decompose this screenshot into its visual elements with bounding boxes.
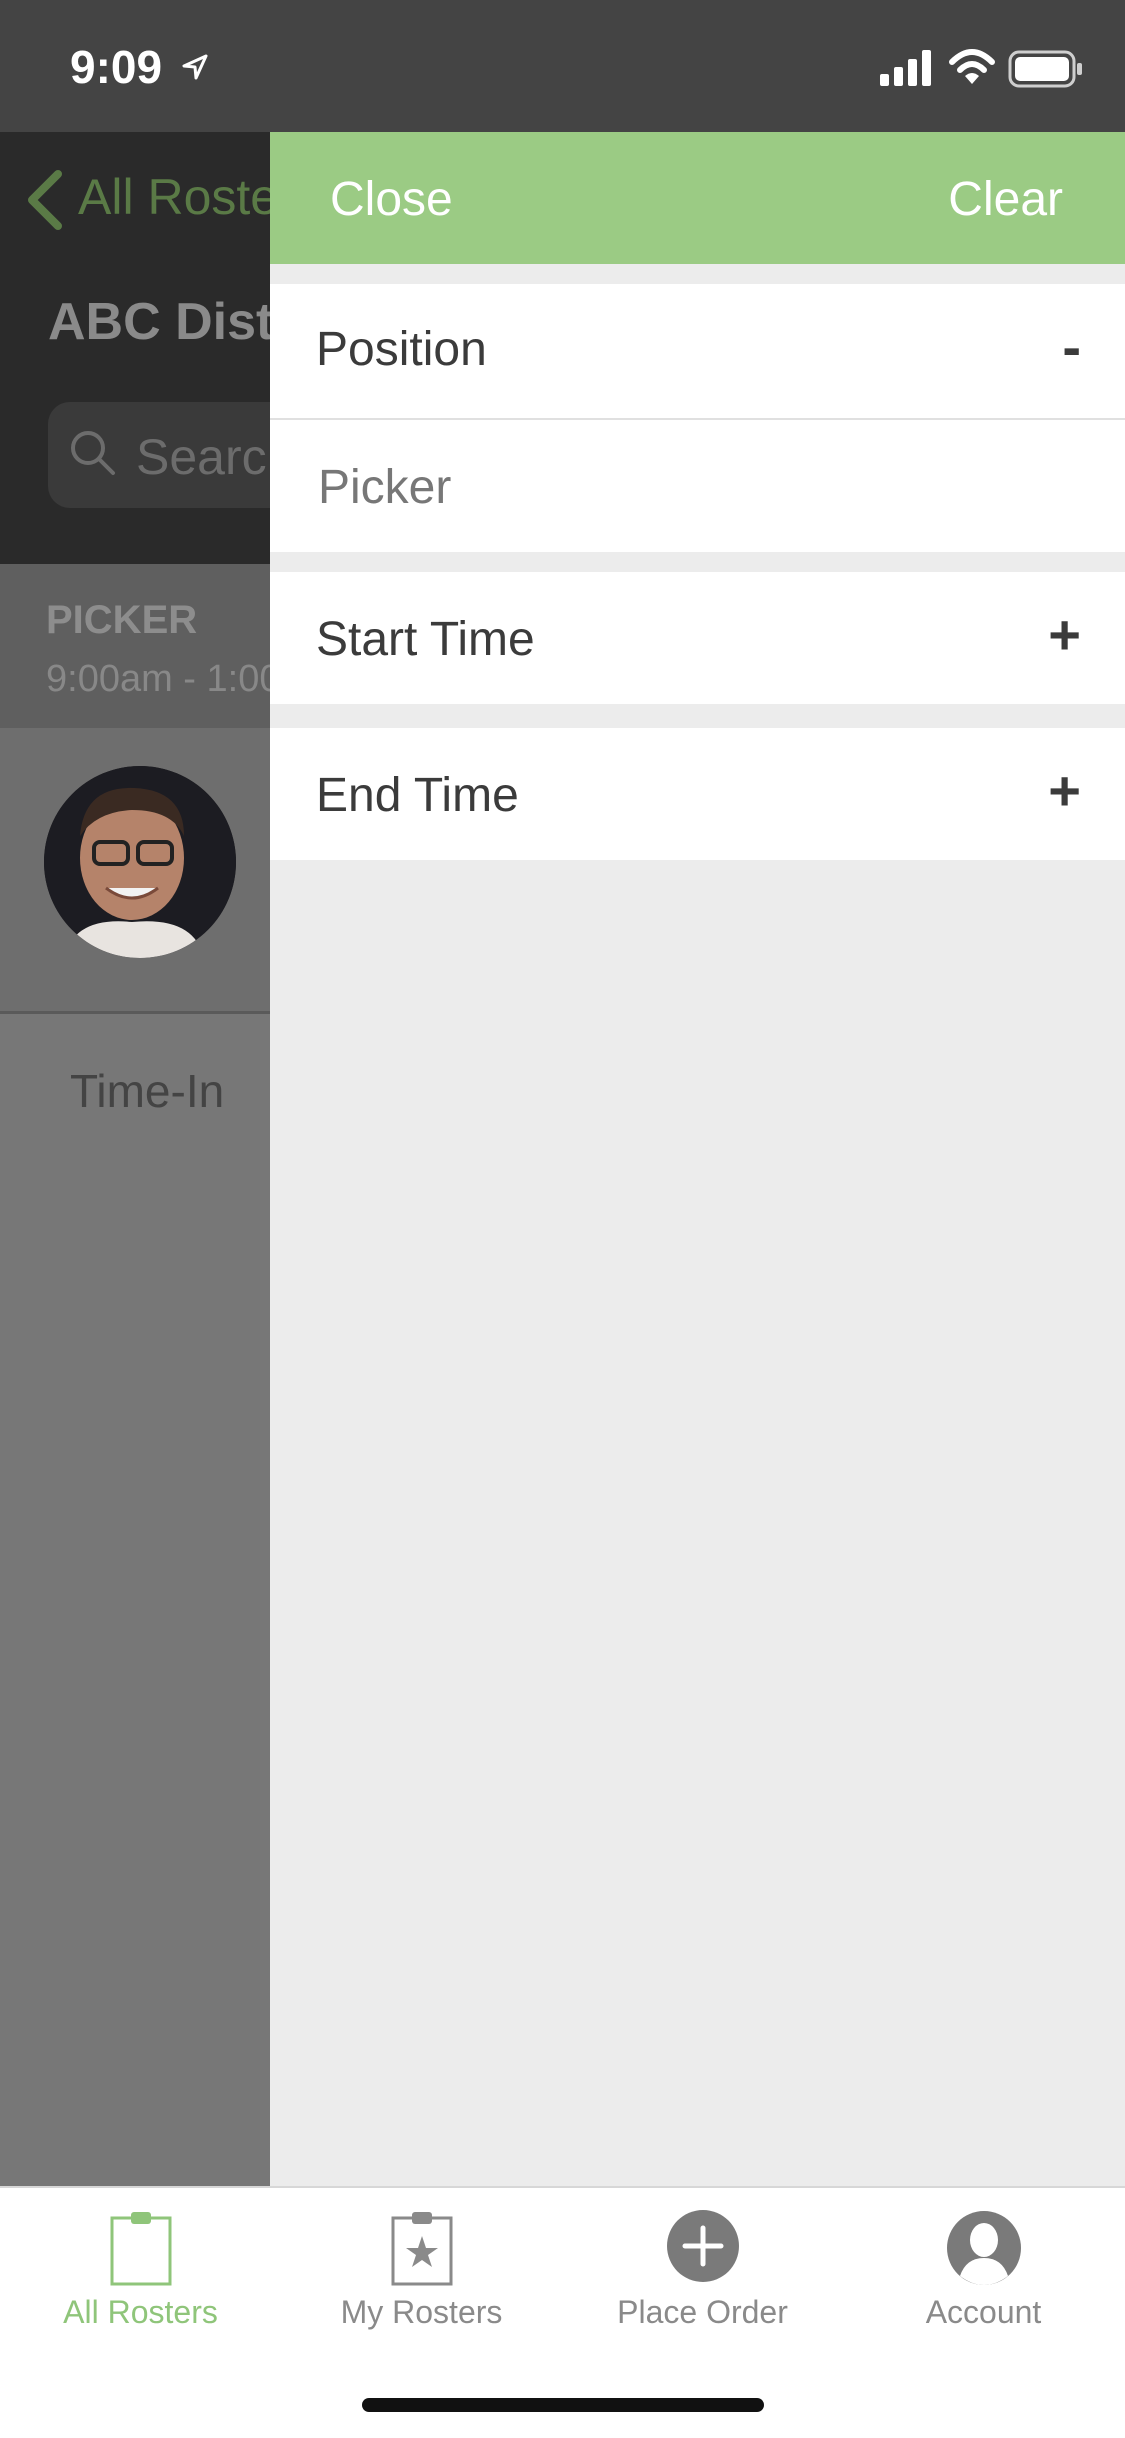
back-chevron-icon[interactable] (22, 168, 66, 232)
avatar-image (44, 766, 236, 958)
tab-label: All Rosters (63, 2294, 218, 2330)
tab-all-rosters[interactable]: All Rosters (0, 2186, 281, 2386)
clear-button[interactable]: Clear (948, 172, 1063, 227)
filter-position[interactable]: Position - (270, 284, 1125, 420)
expand-toggle[interactable]: + (1048, 758, 1081, 823)
filter-option-picker[interactable]: Picker (270, 420, 1125, 552)
tab-label: Account (925, 2294, 1042, 2330)
collapse-toggle[interactable]: - (1062, 314, 1081, 379)
avatar (44, 766, 236, 958)
filter-end-time-label: End Time (316, 769, 519, 822)
tab-label: Place Order (617, 2294, 788, 2330)
tab-label: My Rosters (340, 2294, 503, 2330)
filter-option-label: Picker (318, 461, 452, 514)
filter-end-time[interactable]: End Time + (270, 728, 1125, 860)
plus-circle-icon (666, 2210, 739, 2282)
close-button[interactable]: Close (330, 172, 453, 227)
location-arrow-icon (182, 54, 208, 80)
tab-place-order[interactable]: Place Order (562, 2186, 843, 2386)
clipboard-icon (110, 2212, 171, 2286)
search-icon (71, 431, 115, 475)
tab-my-rosters[interactable]: My Rosters (281, 2186, 562, 2386)
signal-icon (880, 50, 931, 86)
home-indicator (362, 2398, 764, 2412)
tab-account[interactable]: Account (843, 2186, 1124, 2386)
user-icon (946, 2211, 1021, 2285)
filter-start-time-label: Start Time (316, 613, 535, 666)
filter-start-time[interactable]: Start Time + (270, 572, 1125, 704)
time-in-button[interactable]: Time-In (70, 1064, 224, 1118)
section-title: PICKER (46, 598, 198, 642)
clipboard-star-icon (391, 2212, 452, 2286)
expand-toggle[interactable]: + (1048, 602, 1081, 667)
wifi-icon (949, 49, 995, 84)
status-time: 9:09 (70, 41, 163, 93)
filter-position-label: Position (316, 323, 487, 376)
battery-icon (1008, 50, 1082, 88)
